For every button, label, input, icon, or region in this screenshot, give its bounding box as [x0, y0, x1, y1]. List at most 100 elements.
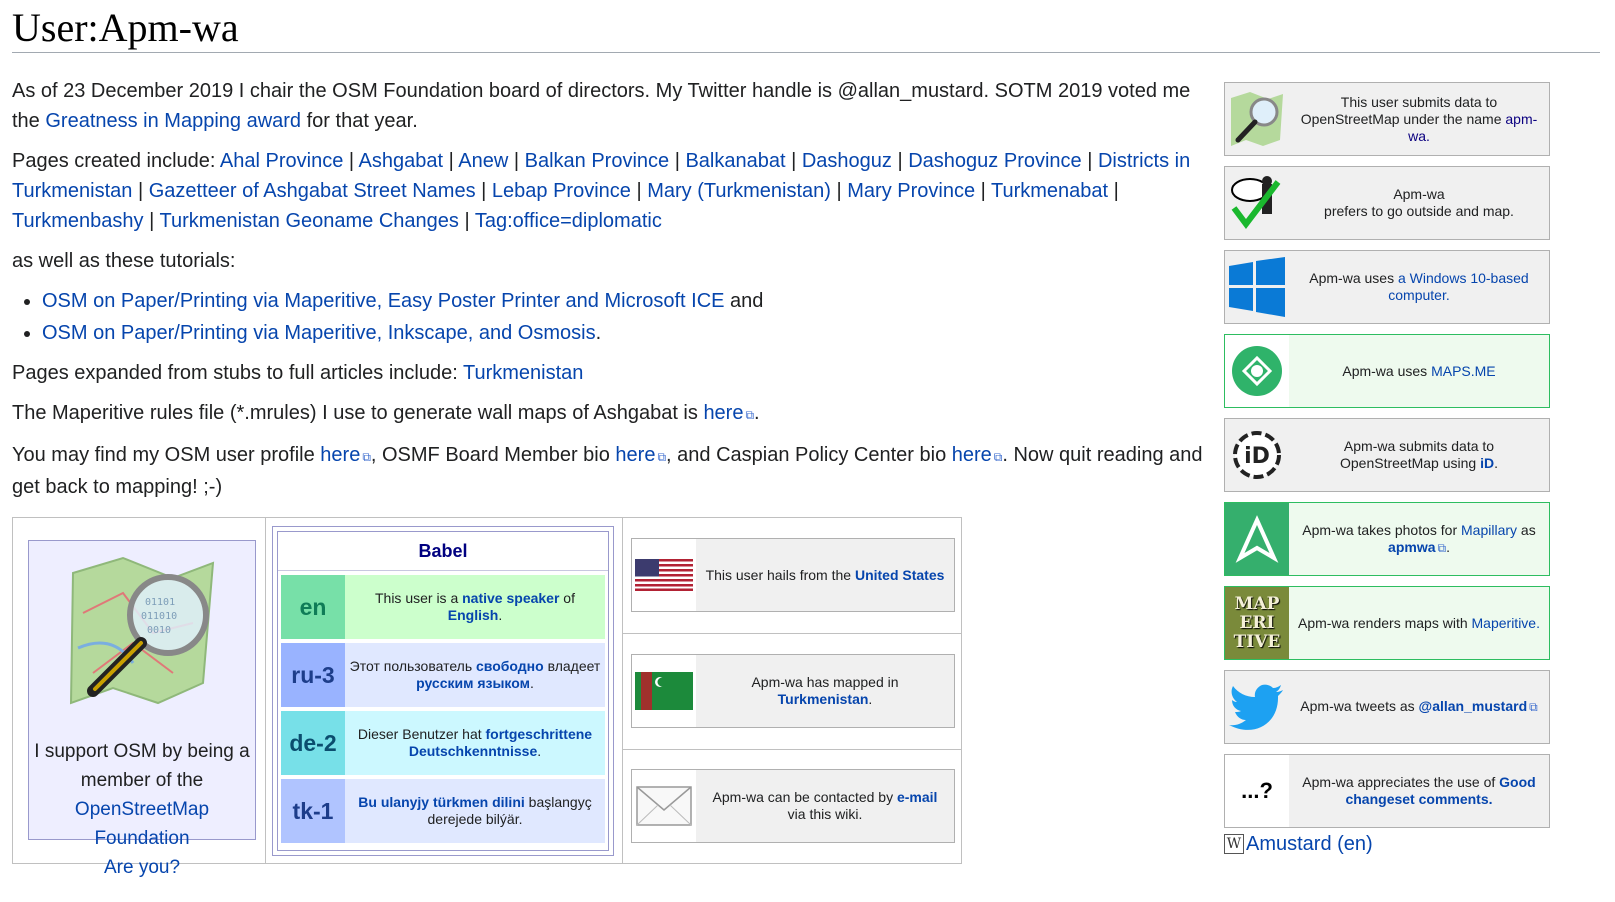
- language-description: Dieser Benutzer hat fortgeschrittene Deu…: [345, 711, 605, 775]
- expanded-label: Pages expanded from stubs to full articl…: [12, 362, 463, 384]
- united-states-link[interactable]: United States: [855, 567, 944, 583]
- link-separator: |: [508, 150, 525, 172]
- page-link[interactable]: Tag:office=diplomatic: [475, 210, 662, 232]
- page-link[interactable]: Balkanabat: [685, 150, 785, 172]
- mrules-end: .: [754, 402, 760, 424]
- windows-pre: Apm-wa uses: [1309, 270, 1398, 286]
- page-link[interactable]: Anew: [458, 150, 508, 172]
- language-level-link[interactable]: fortgeschrittene: [486, 726, 593, 742]
- email-text-pre: Apm-wa can be contacted by: [712, 789, 897, 805]
- mapsme-pre: Apm-wa uses: [1342, 362, 1432, 379]
- id-link[interactable]: iD: [1480, 455, 1494, 471]
- external-link-icon: ⧉: [745, 408, 755, 422]
- link-separator: |: [458, 210, 475, 232]
- twitter-handle-link[interactable]: @allan_mustard: [1419, 698, 1528, 714]
- question-icon-text: ...?: [1241, 778, 1273, 803]
- apmwa-link[interactable]: apmwa: [1388, 539, 1435, 555]
- mapsme-text: Apm-wa uses MAPS.ME: [1289, 335, 1549, 407]
- osm-profile-link[interactable]: here: [320, 444, 360, 466]
- mapillary-userbox: Apm-wa takes photos for Mapillary as apm…: [1224, 502, 1550, 576]
- osmf-link[interactable]: OpenStreetMap Foundation: [75, 799, 209, 849]
- language-level-link[interactable]: Bu ulanyjy türkmen dilini: [358, 794, 524, 810]
- language-code[interactable]: de-2: [281, 711, 345, 775]
- mrules-paragraph: The Maperitive rules file (*.mrules) I u…: [12, 398, 1212, 430]
- page-link[interactable]: Turkmenistan Geoname Changes: [160, 210, 459, 232]
- mapsme-userbox: Apm-wa uses MAPS.ME: [1224, 334, 1550, 408]
- link-separator: |: [475, 180, 492, 202]
- mapsme-link[interactable]: MAPS.ME: [1431, 363, 1496, 379]
- page-link[interactable]: Ashgabat: [359, 150, 444, 172]
- page-link[interactable]: Lebap Province: [492, 180, 631, 202]
- osmf-text: I support OSM by being a member of the O…: [29, 737, 255, 882]
- email-userbox: Apm-wa can be contacted by e-mail via th…: [631, 769, 955, 843]
- mapillary-pre: Apm-wa takes photos for: [1302, 521, 1462, 538]
- language-text: Этот пользователь: [349, 658, 477, 674]
- svg-text:iD: iD: [1244, 444, 1270, 469]
- language-name-link[interactable]: Deutschkenntnisse: [409, 743, 537, 759]
- page-link[interactable]: Mary Province: [847, 180, 975, 202]
- userbox-column: This user submits data to OpenStreetMap …: [1224, 82, 1550, 838]
- page-link[interactable]: Dashoguz Province: [908, 150, 1081, 172]
- language-code[interactable]: ru-3: [281, 643, 345, 707]
- outside-line2: prefers to go outside and map.: [1324, 203, 1514, 219]
- outside-map-icon: [1225, 167, 1289, 239]
- osm-name-userbox: This user submits data to OpenStreetMap …: [1224, 82, 1550, 156]
- mapillary-link[interactable]: Mapillary: [1461, 522, 1517, 538]
- pages-created-label: Pages created include:: [12, 150, 220, 172]
- tutorial-link[interactable]: OSM on Paper/Printing via Maperitive, Ea…: [42, 290, 725, 312]
- mapsme-icon: [1225, 335, 1289, 407]
- twitter-text: Apm-wa tweets as @allan_mustard ⧉: [1289, 671, 1549, 743]
- turkmenistan-box-link[interactable]: Turkmenistan: [778, 691, 869, 707]
- language-name-link[interactable]: русским языком: [416, 675, 530, 691]
- tm-text-post: .: [868, 691, 873, 707]
- language-description: Bu ulanyjy türkmen dilini başlangyç dere…: [345, 779, 605, 843]
- profile-paragraph: You may find my OSM user profile here ⧉, …: [12, 440, 1212, 502]
- are-you-link[interactable]: Are you?: [104, 857, 180, 878]
- language-level-link[interactable]: native speaker: [462, 590, 559, 606]
- language-description: Этот пользователь свободно владеет русск…: [345, 643, 605, 707]
- id-editor-icon: iD: [1225, 419, 1289, 491]
- page-link[interactable]: Turkmenbashy: [12, 210, 144, 232]
- language-code[interactable]: tk-1: [281, 779, 345, 843]
- usa-userbox: This user hails from the United States: [631, 538, 955, 612]
- windows-link[interactable]: a Windows 10-based computer.: [1388, 270, 1528, 303]
- amustard-link[interactable]: Amustard (en): [1246, 830, 1373, 858]
- turkmenistan-link[interactable]: Turkmenistan: [463, 362, 583, 384]
- award-link[interactable]: Greatness in Mapping award: [45, 110, 301, 132]
- id-editor-userbox: iD Apm-wa submits data to OpenStreetMap …: [1224, 418, 1550, 492]
- external-link-icon: ⧉: [1529, 700, 1538, 714]
- page-link[interactable]: Turkmenabat: [991, 180, 1108, 202]
- intro-paragraph: As of 23 December 2019 I chair the OSM F…: [12, 76, 1212, 136]
- maperitive-link[interactable]: Maperitive.: [1472, 615, 1540, 631]
- page-link[interactable]: Dashoguz: [802, 150, 892, 172]
- main-content: As of 23 December 2019 I chair the OSM F…: [12, 76, 1212, 512]
- windows-icon: [1225, 251, 1289, 323]
- link-separator: |: [132, 180, 149, 202]
- page-link[interactable]: Balkan Province: [525, 150, 670, 172]
- maperitive-text: Apm-wa renders maps with Maperitive.: [1289, 587, 1549, 659]
- row-divider: [622, 749, 961, 750]
- tutorial-link[interactable]: OSM on Paper/Printing via Maperitive, In…: [42, 322, 596, 344]
- caspian-bio-link[interactable]: here: [952, 444, 992, 466]
- osmf-bio-link[interactable]: here: [615, 444, 655, 466]
- language-level-link[interactable]: свободно: [476, 658, 544, 674]
- changeset-userbox: ...? Apm-wa appreciates the use of Good …: [1224, 754, 1550, 828]
- tutorials-label: as well as these tutorials:: [12, 250, 236, 272]
- external-link-icon: ⧉: [362, 450, 371, 464]
- question-icon: ...?: [1225, 755, 1289, 827]
- language-code[interactable]: en: [281, 575, 345, 639]
- language-text: .: [529, 675, 534, 691]
- language-text: of: [559, 590, 575, 606]
- language-name-link[interactable]: English: [448, 607, 499, 623]
- tutorials-list: OSM on Paper/Printing via Maperitive, Ea…: [12, 286, 1212, 348]
- page-link[interactable]: Mary (Turkmenistan): [647, 180, 831, 202]
- windows-text: Apm-wa uses a Windows 10-based computer.: [1289, 251, 1549, 323]
- mrules-here-link[interactable]: here: [703, 402, 743, 424]
- page-title: User:Apm-wa: [12, 5, 239, 50]
- us-flag-icon: [632, 539, 696, 611]
- tutorial-suffix: and: [724, 290, 764, 312]
- page-link[interactable]: Gazetteer of Ashgabat Street Names: [149, 180, 476, 202]
- page-link[interactable]: Ahal Province: [220, 150, 343, 172]
- email-link[interactable]: e-mail: [897, 789, 937, 805]
- maperitive-icon-line: MAP: [1234, 593, 1280, 614]
